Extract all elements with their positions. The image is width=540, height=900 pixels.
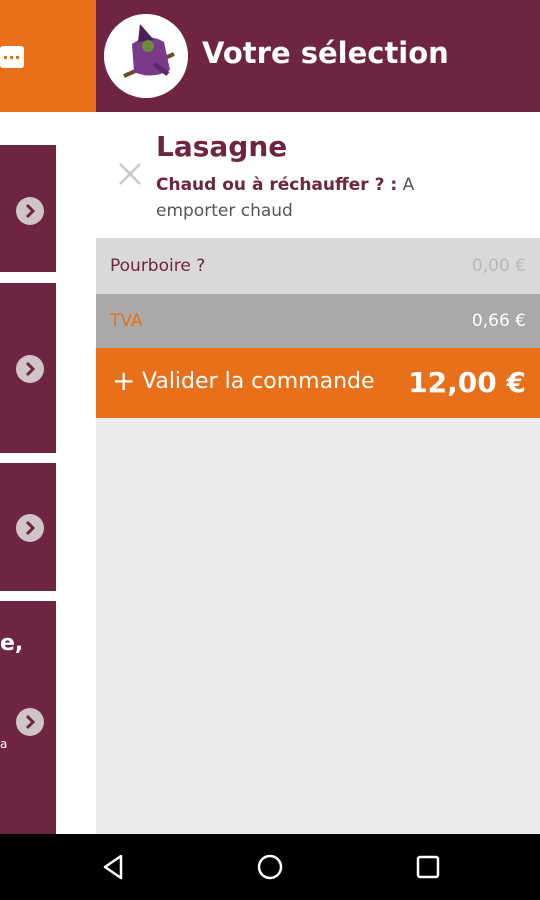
order-total: 12,00 € (408, 366, 526, 399)
menu-card-subtext: a (0, 737, 8, 751)
selection-header: Votre sélection (96, 0, 540, 112)
item-name: Lasagne (156, 130, 288, 163)
menu-card-text: e, (0, 631, 24, 656)
plus-icon: + (112, 364, 136, 397)
close-icon[interactable] (116, 160, 144, 188)
tip-label: Pourboire ? (110, 256, 206, 276)
recents-icon[interactable] (413, 852, 443, 882)
page-title: Votre sélection (202, 36, 449, 70)
menu-card[interactable] (0, 145, 56, 272)
witch-logo (104, 14, 188, 98)
validate-label: Valider la commande (142, 369, 375, 394)
chevron-right-icon[interactable] (16, 197, 44, 225)
menu-card[interactable] (0, 463, 56, 591)
vat-label: TVA (110, 311, 143, 331)
cart-item: Lasagne Chaud ou à réchauffer ? : A empo… (96, 112, 540, 238)
chevron-right-icon[interactable] (16, 708, 44, 736)
background-menu: e, a (0, 112, 96, 834)
menu-card[interactable] (0, 283, 56, 453)
chevron-right-icon[interactable] (16, 355, 44, 383)
cart-icon[interactable] (0, 42, 26, 72)
drawer-empty-area (96, 418, 540, 834)
vat-value: 0,66 € (471, 311, 526, 331)
menu-card[interactable]: e, a (0, 601, 56, 834)
item-option-question: Chaud ou à réchauffer ? : (156, 175, 398, 195)
chevron-right-icon[interactable] (16, 514, 44, 542)
vat-row: TVA 0,66 € (96, 294, 540, 348)
item-option: Chaud ou à réchauffer ? : A emporter cha… (156, 172, 456, 224)
tip-value: 0,00 € (471, 256, 526, 276)
background-header (0, 0, 96, 112)
validate-order-button[interactable]: + Valider la commande 12,00 € (96, 348, 540, 418)
home-icon[interactable] (255, 852, 285, 882)
system-nav-bar (0, 834, 540, 900)
back-icon[interactable] (99, 852, 129, 882)
tip-row[interactable]: Pourboire ? 0,00 € (96, 238, 540, 294)
